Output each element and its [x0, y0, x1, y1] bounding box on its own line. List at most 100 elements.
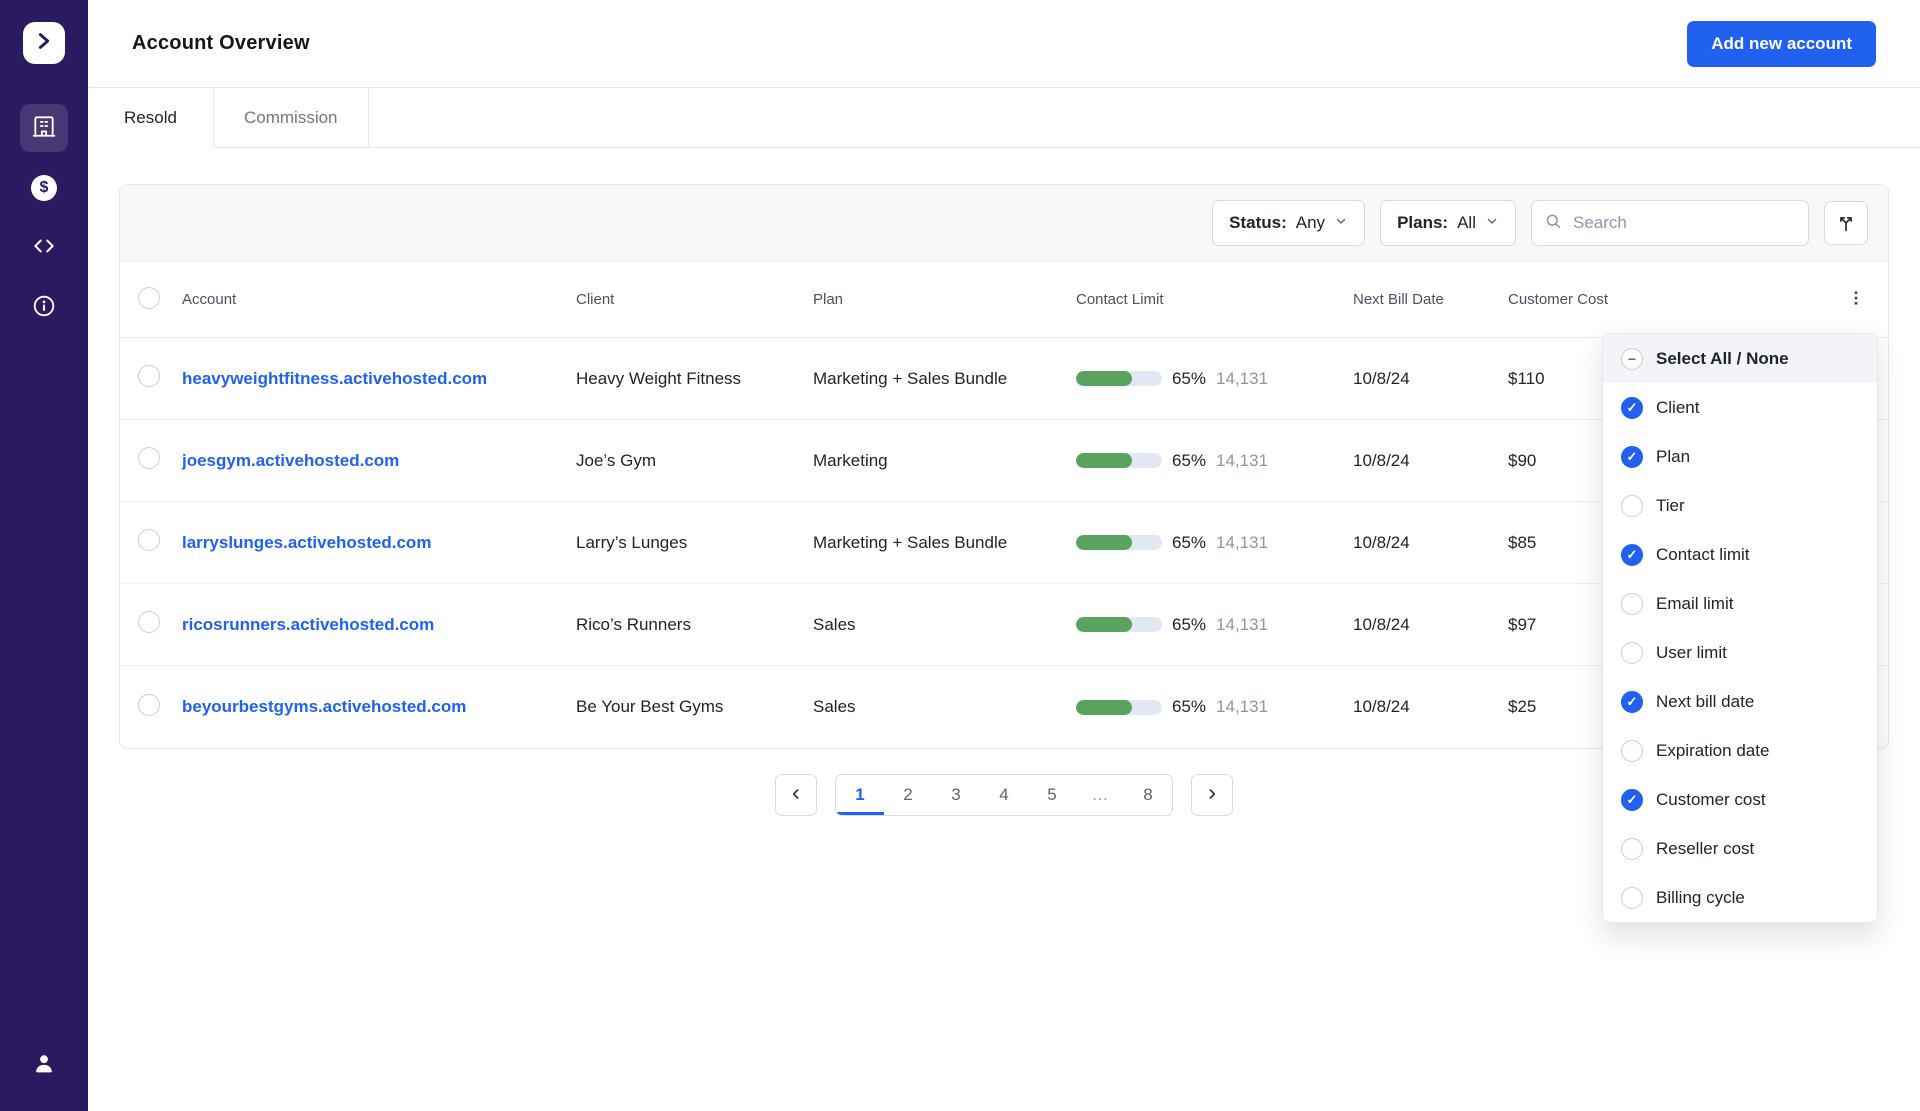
sidebar-item-info[interactable] [20, 284, 68, 332]
row-checkbox[interactable] [138, 365, 160, 387]
column-menu-item-reseller-cost[interactable]: Reseller cost [1603, 824, 1877, 873]
column-header-account: Account [182, 291, 237, 308]
plan-cell: Sales [813, 697, 856, 716]
column-menu-item-contact-limit[interactable]: Contact limit [1603, 530, 1877, 579]
next-bill-date-cell: 10/8/24 [1353, 450, 1410, 470]
select-all-none-checkbox[interactable] [1621, 347, 1643, 370]
column-header-plan: Plan [813, 291, 844, 308]
row-checkbox[interactable] [138, 611, 160, 633]
menu-item-label: Customer cost [1656, 789, 1766, 809]
menu-item-label: Tier [1656, 495, 1685, 515]
contact-limit-count: 14,131 [1216, 697, 1269, 716]
sidebar: $ [0, 0, 88, 1111]
contact-limit-cell: 65% 14,131 [1076, 369, 1353, 389]
column-options-button[interactable] [1824, 289, 1888, 311]
page-button-1[interactable]: 1 [836, 775, 884, 815]
app-logo[interactable] [23, 22, 65, 64]
account-link[interactable]: beyourbestgyms.activehosted.com [182, 697, 576, 717]
contact-limit-cell: 65% 14,131 [1076, 615, 1353, 635]
contact-limit-count: 14,131 [1216, 368, 1269, 388]
contact-limit-cell: 65% 14,131 [1076, 451, 1353, 471]
sidebar-item-profile[interactable] [20, 1041, 68, 1089]
column-header-contact-limit: Contact Limit [1076, 291, 1164, 308]
select-all-none-label: Select All / None [1656, 348, 1789, 368]
search-field [1531, 200, 1809, 246]
sidebar-item-developer[interactable] [20, 224, 68, 272]
page-button-4[interactable]: 4 [980, 775, 1028, 815]
client-cell: Heavy Weight Fitness [576, 368, 742, 388]
plan-cell: Marketing + Sales Bundle [813, 532, 1008, 552]
menu-item-label: Billing cycle [1656, 887, 1745, 907]
column-menu-item-next-bill-date[interactable]: Next bill date [1603, 677, 1877, 726]
account-link[interactable]: joesgym.activehosted.com [182, 451, 576, 471]
billing-cycle-checkbox[interactable] [1621, 886, 1643, 909]
tier-checkbox[interactable] [1621, 494, 1643, 517]
reseller-cost-checkbox[interactable] [1621, 837, 1643, 860]
page-button-2[interactable]: 2 [884, 775, 932, 815]
page-button-8[interactable]: 8 [1124, 775, 1172, 815]
code-icon [31, 233, 57, 264]
tab-commission[interactable]: Commission [214, 88, 369, 147]
column-menu-item-customer-cost[interactable]: Customer cost [1603, 775, 1877, 824]
add-new-account-button[interactable]: Add new account [1687, 20, 1876, 67]
column-select-menu: Select All / None Client Plan Tier Conta… [1602, 333, 1878, 923]
sidebar-nav: $ [20, 104, 68, 332]
contact-limit-percent: 65% [1172, 450, 1207, 470]
menu-item-label: Expiration date [1656, 740, 1770, 760]
account-link[interactable]: ricosrunners.activehosted.com [182, 615, 576, 635]
contact-limit-checkbox[interactable] [1621, 543, 1643, 566]
menu-item-label: User limit [1656, 642, 1727, 662]
sidebar-item-billing[interactable]: $ [20, 164, 68, 212]
row-checkbox[interactable] [138, 693, 160, 716]
column-menu-item-plan[interactable]: Plan [1603, 432, 1877, 481]
select-all-rows-checkbox[interactable] [138, 286, 160, 309]
page-button-3[interactable]: 3 [932, 775, 980, 815]
client-cell: Larry’s Lunges [576, 532, 688, 552]
contact-limit-count: 14,131 [1216, 614, 1269, 634]
plan-cell: Sales [813, 614, 856, 634]
expiration-date-checkbox[interactable] [1621, 739, 1643, 762]
sidebar-bottom [20, 1041, 68, 1089]
search-input[interactable] [1571, 212, 1796, 234]
row-checkbox[interactable] [138, 447, 160, 469]
next-bill-date-cell: 10/8/24 [1353, 368, 1410, 388]
column-menu-item-tier[interactable]: Tier [1603, 481, 1877, 530]
split-columns-icon [1835, 211, 1857, 236]
column-header-client: Client [576, 291, 615, 308]
status-filter-value: Any [1295, 213, 1326, 232]
page-button-5[interactable]: 5 [1028, 775, 1076, 815]
plans-filter-dropdown[interactable]: Plans: All [1380, 200, 1516, 246]
customer-cost-checkbox[interactable] [1621, 788, 1643, 811]
column-menu-item-user-limit[interactable]: User limit [1603, 628, 1877, 677]
account-link[interactable]: larryslunges.activehosted.com [182, 533, 576, 553]
logo-chevron-icon [33, 30, 55, 57]
account-link[interactable]: heavyweightfitness.activehosted.com [182, 369, 576, 389]
next-bill-date-checkbox[interactable] [1621, 690, 1643, 713]
column-menu-item-client[interactable]: Client [1603, 383, 1877, 432]
next-bill-date-cell: 10/8/24 [1353, 532, 1410, 552]
select-all-none-item[interactable]: Select All / None [1603, 334, 1877, 383]
plan-cell: Marketing + Sales Bundle [813, 368, 1008, 388]
column-menu-item-email-limit[interactable]: Email limit [1603, 579, 1877, 628]
next-page-button[interactable] [1191, 774, 1233, 816]
table-toolbar: Status: Any Plans: All [120, 185, 1888, 262]
column-menu-item-billing-cycle[interactable]: Billing cycle [1603, 873, 1877, 922]
next-bill-date-cell: 10/8/24 [1353, 614, 1410, 634]
tab-resold[interactable]: Resold [88, 88, 214, 148]
client-cell: Rico’s Runners [576, 614, 691, 634]
user-limit-checkbox[interactable] [1621, 641, 1643, 664]
prev-page-button[interactable] [775, 774, 817, 816]
plan-checkbox[interactable] [1621, 445, 1643, 468]
contact-limit-count: 14,131 [1216, 532, 1269, 552]
client-checkbox[interactable] [1621, 396, 1643, 419]
sidebar-item-accounts[interactable] [20, 104, 68, 152]
email-limit-checkbox[interactable] [1621, 592, 1643, 615]
column-menu-item-expiration-date[interactable]: Expiration date [1603, 726, 1877, 775]
status-filter-dropdown[interactable]: Status: Any [1212, 200, 1366, 246]
row-checkbox[interactable] [138, 529, 160, 551]
menu-item-label: Email limit [1656, 593, 1734, 613]
contact-limit-cell: 65% 14,131 [1076, 533, 1353, 553]
customize-columns-button[interactable] [1824, 201, 1868, 245]
chevron-down-icon [1334, 213, 1348, 233]
client-cell: Be Your Best Gyms [576, 697, 724, 716]
